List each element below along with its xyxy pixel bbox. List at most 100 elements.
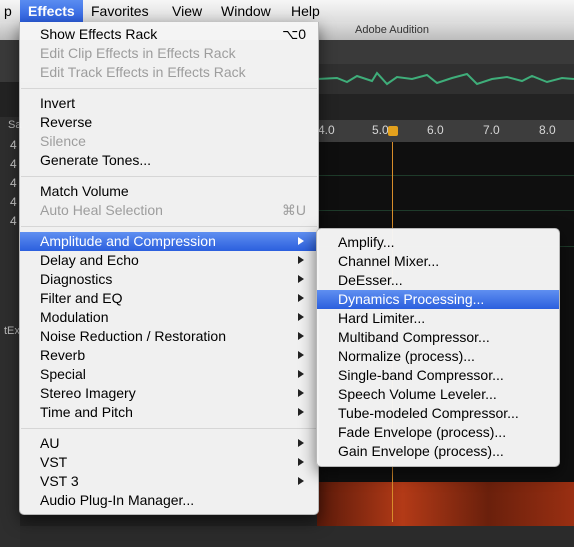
menu-item-label: Special — [40, 366, 86, 382]
shortcut-label: ⌘U — [281, 202, 306, 218]
side-number: 4 — [10, 176, 17, 190]
menu-item-label: Amplitude and Compression — [40, 233, 216, 249]
submenu-arrow-icon — [298, 458, 304, 466]
menu-item-label: Multiband Compressor... — [338, 329, 490, 345]
shortcut-label: ⌥0 — [282, 26, 306, 42]
menu-item-time-and-pitch[interactable]: Time and Pitch — [20, 403, 318, 422]
menu-item-modulation[interactable]: Modulation — [20, 308, 318, 327]
menu-item-special[interactable]: Special — [20, 365, 318, 384]
menu-item-edit-clip-effects: Edit Clip Effects in Effects Rack — [20, 44, 318, 63]
menu-item-label: Silence — [40, 133, 86, 149]
menu-item-vst3[interactable]: VST 3 — [20, 472, 318, 491]
effects-menu: Show Effects Rack ⌥0 Edit Clip Effects i… — [19, 22, 319, 515]
menu-item-label: Edit Clip Effects in Effects Rack — [40, 45, 236, 61]
menu-item-label: Gain Envelope (process)... — [338, 443, 504, 459]
side-number: 4 — [10, 214, 17, 228]
time-ruler[interactable]: 4.0 5.0 6.0 7.0 8.0 — [317, 120, 574, 143]
menu-item-label: Match Volume — [40, 183, 129, 199]
submenu-item-gain-envelope[interactable]: Gain Envelope (process)... — [317, 442, 559, 461]
menu-item-stereo-imagery[interactable]: Stereo Imagery — [20, 384, 318, 403]
menu-item-label: Fade Envelope (process)... — [338, 424, 507, 440]
submenu-item-fade-envelope[interactable]: Fade Envelope (process)... — [317, 423, 559, 442]
menu-separator — [21, 88, 317, 89]
menu-item-match-volume[interactable]: Match Volume — [20, 182, 318, 201]
playhead-handle[interactable] — [388, 126, 398, 136]
menu-item-diagnostics[interactable]: Diagnostics — [20, 270, 318, 289]
menu-item-label: Filter and EQ — [40, 290, 123, 306]
side-number: 4 — [10, 138, 17, 152]
spectral-display[interactable] — [317, 482, 574, 526]
tick-label: 6.0 — [427, 123, 444, 137]
side-number: 4 — [10, 157, 17, 171]
submenu-item-deesser[interactable]: DeEsser... — [317, 271, 559, 290]
menu-effects[interactable]: Effects — [20, 0, 83, 22]
menu-item-audio-plugin-manager[interactable]: Audio Plug-In Manager... — [20, 491, 318, 510]
overview-waveform[interactable] — [316, 64, 574, 94]
submenu-item-normalize[interactable]: Normalize (process)... — [317, 347, 559, 366]
menu-item-filter-and-eq[interactable]: Filter and EQ — [20, 289, 318, 308]
menu-item-label: AU — [40, 435, 60, 451]
menu-item-label: Reverse — [40, 114, 93, 130]
side-label-tex: tEx — [4, 325, 20, 337]
tick-label: 7.0 — [483, 123, 500, 137]
menu-app-partial[interactable]: p — [0, 0, 20, 22]
menu-item-label: Hard Limiter... — [338, 310, 426, 326]
gridline — [317, 175, 574, 176]
submenu-arrow-icon — [298, 332, 304, 340]
menu-item-reverse[interactable]: Reverse — [20, 113, 318, 132]
submenu-arrow-icon — [298, 408, 304, 416]
menu-item-edit-track-effects: Edit Track Effects in Effects Rack — [20, 63, 318, 82]
gridline — [317, 210, 574, 211]
submenu-arrow-icon — [298, 351, 304, 359]
menu-item-vst[interactable]: VST — [20, 453, 318, 472]
menu-item-label: Auto Heal Selection — [40, 202, 163, 218]
menu-item-label: Speech Volume Leveler... — [338, 386, 497, 402]
menu-item-label: Modulation — [40, 309, 109, 325]
submenu-item-single-band-compressor[interactable]: Single-band Compressor... — [317, 366, 559, 385]
submenu-item-amplify[interactable]: Amplify... — [317, 233, 559, 252]
menu-item-label: Tube-modeled Compressor... — [338, 405, 519, 421]
submenu-item-hard-limiter[interactable]: Hard Limiter... — [317, 309, 559, 328]
menu-item-label: Dynamics Processing... — [338, 291, 485, 307]
menu-item-label: Time and Pitch — [40, 404, 133, 420]
menu-window[interactable]: Window — [213, 0, 279, 22]
menu-help[interactable]: Help — [283, 0, 328, 22]
menu-item-show-effects-rack[interactable]: Show Effects Rack ⌥0 — [20, 25, 318, 44]
submenu-arrow-icon — [298, 275, 304, 283]
submenu-arrow-icon — [298, 313, 304, 321]
waveform-graphic — [316, 71, 574, 86]
menu-item-label: Edit Track Effects in Effects Rack — [40, 64, 246, 80]
menu-view[interactable]: View — [164, 0, 210, 22]
menu-item-invert[interactable]: Invert — [20, 94, 318, 113]
menu-item-amplitude-and-compression[interactable]: Amplitude and Compression — [20, 232, 318, 251]
menu-favorites[interactable]: Favorites — [83, 0, 157, 22]
menu-item-noise-reduction[interactable]: Noise Reduction / Restoration — [20, 327, 318, 346]
menu-item-label: Reverb — [40, 347, 86, 363]
menu-item-label: VST 3 — [40, 473, 79, 489]
menu-item-label: Stereo Imagery — [40, 385, 136, 401]
menu-item-label: Normalize (process)... — [338, 348, 475, 364]
menu-separator — [21, 176, 317, 177]
submenu-item-multiband-compressor[interactable]: Multiband Compressor... — [317, 328, 559, 347]
menu-item-label: Show Effects Rack — [40, 26, 158, 42]
tick-label: 4.0 — [318, 123, 335, 137]
submenu-item-channel-mixer[interactable]: Channel Mixer... — [317, 252, 559, 271]
menu-item-label: DeEsser... — [338, 272, 403, 288]
tick-label: 5.0 — [372, 123, 389, 137]
submenu-arrow-icon — [298, 477, 304, 485]
submenu-item-dynamics-processing[interactable]: Dynamics Processing... — [317, 290, 559, 309]
side-number: 4 — [10, 195, 17, 209]
menu-item-auto-heal-selection: Auto Heal Selection ⌘U — [20, 201, 318, 220]
menu-item-label: VST — [40, 454, 68, 470]
tick-label: 8.0 — [539, 123, 556, 137]
menu-separator — [21, 428, 317, 429]
menu-item-generate-tones[interactable]: Generate Tones... — [20, 151, 318, 170]
menu-separator — [21, 226, 317, 227]
submenu-arrow-icon — [298, 294, 304, 302]
menu-item-reverb[interactable]: Reverb — [20, 346, 318, 365]
submenu-item-tube-modeled-compressor[interactable]: Tube-modeled Compressor... — [317, 404, 559, 423]
menu-item-delay-and-echo[interactable]: Delay and Echo — [20, 251, 318, 270]
menu-item-au[interactable]: AU — [20, 434, 318, 453]
submenu-item-speech-volume-leveler[interactable]: Speech Volume Leveler... — [317, 385, 559, 404]
menu-item-label: Amplify... — [338, 234, 395, 250]
